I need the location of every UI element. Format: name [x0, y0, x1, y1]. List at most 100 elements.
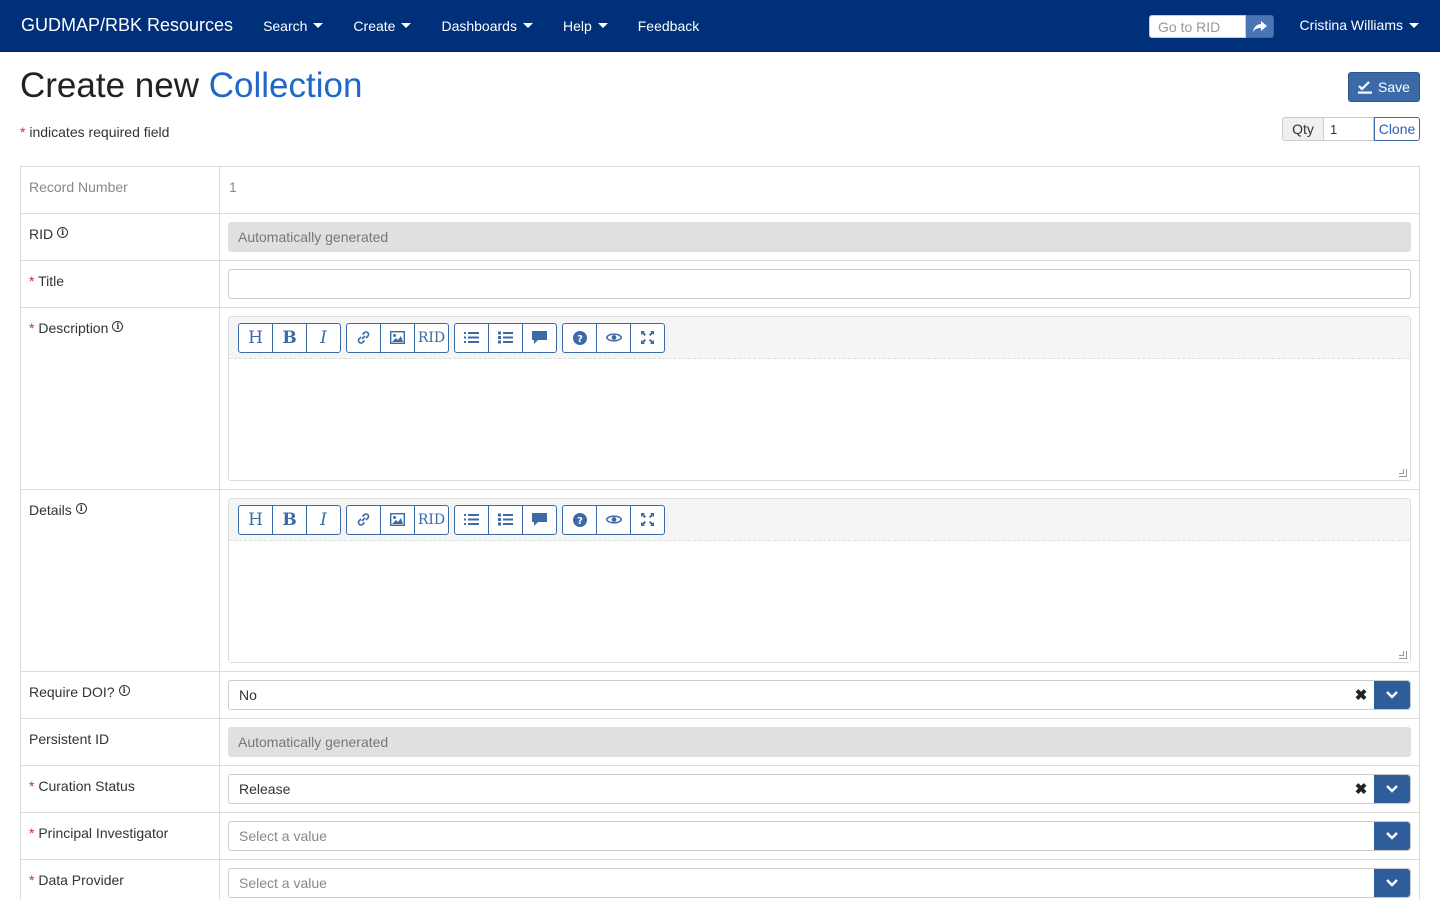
info-circle-icon[interactable]: i [112, 320, 124, 332]
require-doi-dropdown-button[interactable] [1374, 681, 1410, 709]
bold-button[interactable]: B [272, 504, 307, 535]
principal-investigator-label-cell: * Principal Investigator [21, 813, 220, 859]
principal-investigator-select[interactable]: Select a value [228, 821, 1411, 851]
link-button[interactable] [346, 504, 381, 535]
link-icon [357, 331, 370, 344]
info-circle-icon[interactable]: i [75, 502, 87, 514]
unordered-list-button[interactable] [454, 322, 489, 353]
clear-icon[interactable]: ✖ [1348, 681, 1374, 709]
record-number-value: 1 [229, 179, 237, 195]
format-button-group: H B I [238, 504, 341, 535]
italic-button[interactable]: I [306, 322, 341, 353]
ordered-list-button[interactable] [488, 504, 523, 535]
quote-button[interactable] [522, 322, 557, 353]
go-to-rid-group [1149, 15, 1274, 38]
rid-link-button[interactable]: RID [414, 322, 449, 353]
page-title: Create new Collection [20, 66, 362, 106]
help-button[interactable]: ? [562, 322, 597, 353]
require-doi-select[interactable]: No ✖ [228, 680, 1411, 710]
save-button[interactable]: Save [1348, 72, 1420, 102]
curation-status-label-cell: * Curation Status [21, 766, 220, 812]
curation-status-value: Release [239, 781, 291, 797]
heading-button[interactable]: H [238, 322, 273, 353]
rid-label-cell: RID i [21, 214, 220, 260]
details-textarea[interactable] [229, 541, 1410, 662]
required-star: * [29, 273, 35, 289]
page-title-table-link[interactable]: Collection [209, 66, 363, 105]
details-label: Details [29, 502, 72, 518]
qty-input[interactable] [1324, 117, 1374, 141]
go-to-rid-button[interactable] [1246, 15, 1274, 38]
image-button[interactable] [380, 504, 415, 535]
title-cell [220, 261, 1419, 307]
go-to-rid-input[interactable] [1149, 15, 1246, 38]
required-star: * [29, 778, 35, 794]
nav-create-menu[interactable]: Create [353, 17, 412, 34]
chevron-down-icon [1386, 785, 1398, 793]
ordered-list-button[interactable] [488, 322, 523, 353]
description-markdown-editor: H B I RID ? [228, 316, 1411, 481]
heading-button[interactable]: H [238, 504, 273, 535]
brand-link[interactable]: GUDMAP/RBK Resources [21, 15, 233, 36]
link-icon [357, 513, 370, 526]
preview-button[interactable] [596, 322, 631, 353]
caret-down-icon [313, 23, 324, 28]
caret-down-icon [1409, 22, 1419, 28]
share-arrow-icon [1252, 20, 1267, 32]
qty-label: Qty [1282, 117, 1324, 141]
preview-button[interactable] [596, 504, 631, 535]
resize-grip-icon[interactable] [1399, 651, 1407, 659]
description-label-cell: * Description i [21, 308, 220, 489]
require-doi-cell: No ✖ [220, 672, 1419, 718]
list-ol-icon [498, 331, 513, 344]
persistent-id-cell: Automatically generated [220, 719, 1419, 765]
rid-link-button[interactable]: RID [414, 504, 449, 535]
view-button-group: ? [562, 504, 665, 535]
list-icon [464, 332, 479, 343]
nav-search-menu[interactable]: Search [263, 17, 324, 34]
link-button[interactable] [346, 322, 381, 353]
insert-button-group: RID [346, 322, 449, 353]
resize-grip-icon[interactable] [1399, 469, 1407, 477]
rid-cell: Automatically generated [220, 214, 1419, 260]
unordered-list-button[interactable] [454, 504, 489, 535]
info-circle-icon[interactable]: i [57, 226, 69, 238]
clear-icon[interactable]: ✖ [1348, 775, 1374, 803]
fullscreen-button[interactable] [630, 504, 665, 535]
comment-icon [532, 513, 547, 526]
bold-button[interactable]: B [272, 322, 307, 353]
fullscreen-button[interactable] [630, 322, 665, 353]
eye-icon [605, 333, 622, 342]
data-provider-dropdown-button[interactable] [1374, 869, 1410, 897]
nav-dashboards-menu[interactable]: Dashboards [441, 18, 533, 34]
nav-help-label: Help [562, 17, 592, 34]
curation-status-dropdown-button[interactable] [1374, 775, 1410, 803]
image-button[interactable] [380, 322, 415, 353]
nav-feedback-link[interactable]: Feedback [638, 18, 699, 34]
rid-field: Automatically generated [228, 222, 1411, 252]
nav-create-label: Create [353, 17, 396, 34]
nav-help-menu[interactable]: Help [563, 18, 608, 34]
form-row-description: * Description i H B I RID ? [21, 308, 1419, 490]
data-provider-cell: Select a value [220, 860, 1419, 900]
italic-button[interactable]: I [306, 504, 341, 535]
expand-icon [641, 331, 654, 344]
nav-search-label: Search [263, 17, 308, 34]
title-input[interactable] [228, 269, 1411, 299]
comment-icon [532, 331, 547, 344]
info-circle-icon[interactable]: i [118, 684, 130, 696]
caret-down-icon [401, 23, 412, 28]
list-icon [464, 514, 479, 525]
format-button-group: H B I [238, 322, 341, 353]
data-provider-select[interactable]: Select a value [228, 868, 1411, 898]
quote-button[interactable] [522, 504, 557, 535]
description-textarea[interactable] [229, 359, 1410, 480]
principal-investigator-dropdown-button[interactable] [1374, 822, 1410, 850]
curation-status-select[interactable]: Release ✖ [228, 774, 1411, 804]
rid-label: RID [29, 226, 54, 242]
help-button[interactable]: ? [562, 504, 597, 535]
clone-button[interactable]: Clone [1374, 117, 1420, 141]
required-star: * [29, 872, 35, 888]
user-menu[interactable]: Cristina Williams [1300, 17, 1419, 33]
list-ol-icon [498, 513, 513, 526]
